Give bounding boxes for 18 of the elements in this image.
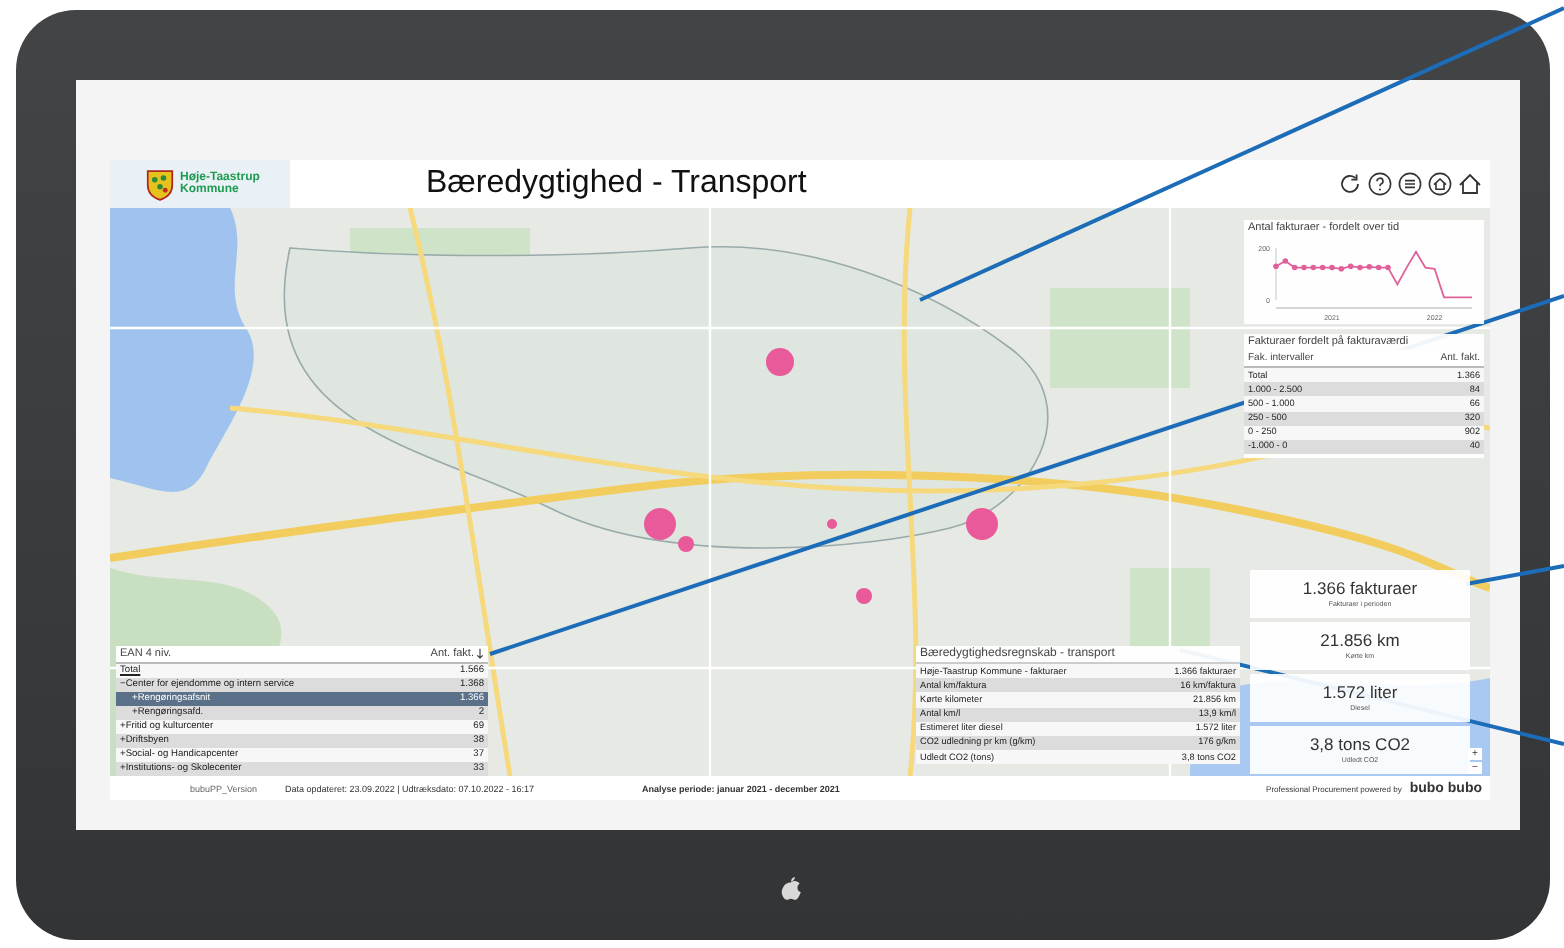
chart-point xyxy=(1301,264,1307,271)
refresh-icon[interactable] xyxy=(1338,172,1362,196)
house-circle-icon[interactable] xyxy=(1428,172,1452,196)
crest-icon xyxy=(146,167,174,201)
chart-point xyxy=(1385,264,1391,271)
menu-icon[interactable] xyxy=(1398,172,1422,196)
chart-point xyxy=(1329,264,1335,271)
home-icon[interactable] xyxy=(1458,172,1482,196)
logo-icon xyxy=(780,876,802,902)
chart-point xyxy=(1273,263,1279,269)
help-icon[interactable] xyxy=(1368,172,1392,196)
kpi-value: 1.366 fakturaer xyxy=(1302,580,1418,600)
chart-point xyxy=(1357,264,1363,271)
kpi-value: 21.856 km xyxy=(1320,632,1400,652)
sort-icon[interactable] xyxy=(476,648,484,660)
kpi-value: 3,8 tons CO2 xyxy=(1309,736,1411,756)
page-title: Bæredygtighed - Transport xyxy=(426,166,809,202)
kpi-value: 1.572 liter xyxy=(1322,684,1398,704)
